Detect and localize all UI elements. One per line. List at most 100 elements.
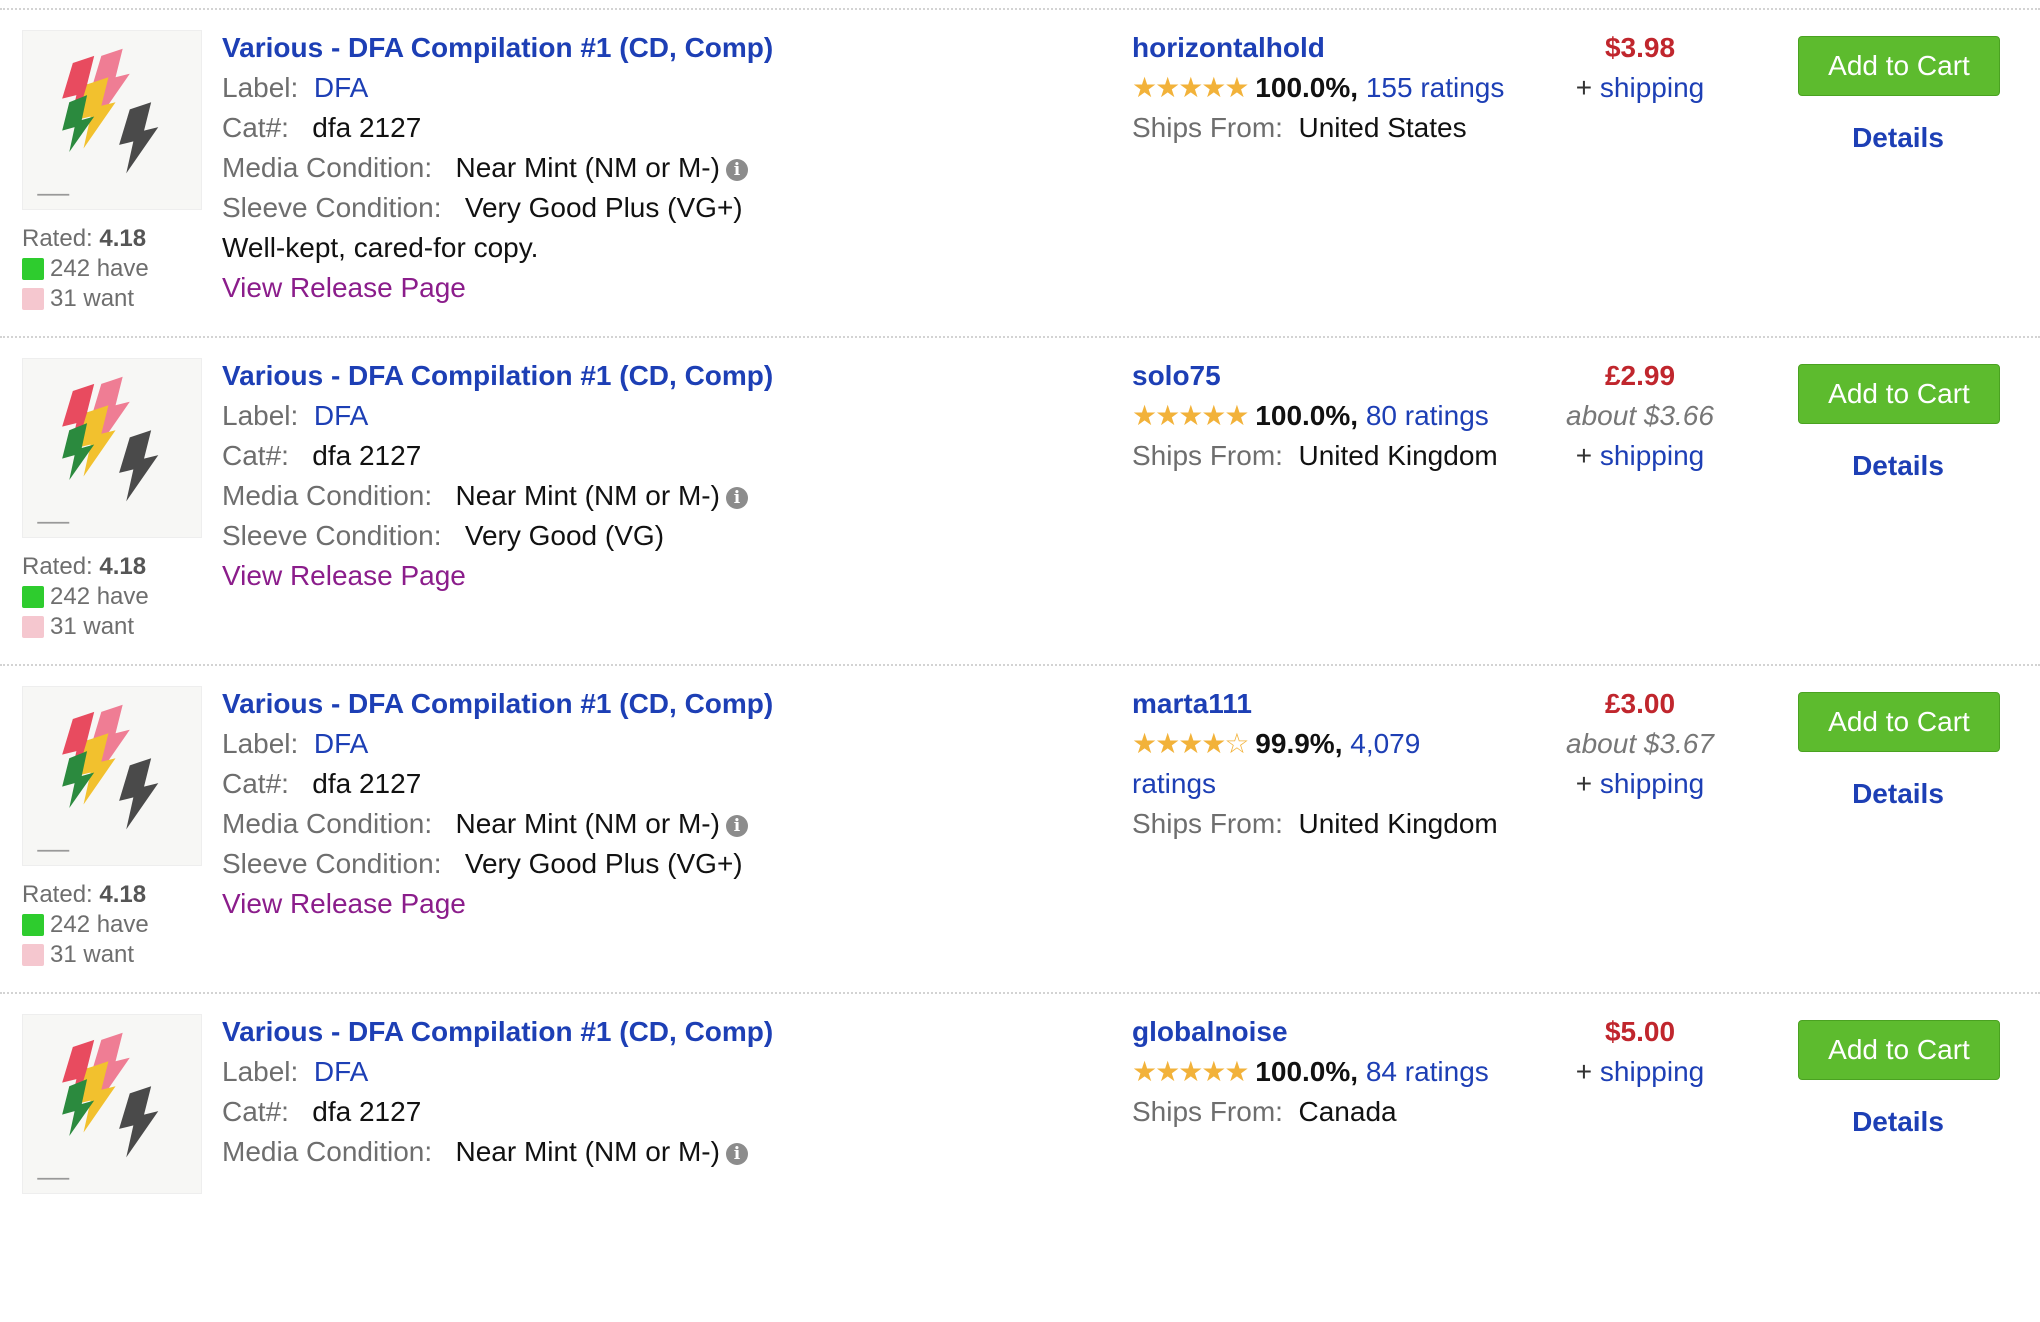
seller-name-link[interactable]: marta111 bbox=[1132, 684, 1512, 724]
release-title-link[interactable]: Various - DFA Compilation #1 (CD, Comp) bbox=[222, 684, 773, 724]
view-release-link[interactable]: View Release Page bbox=[222, 268, 773, 308]
have-line[interactable]: 242 have bbox=[22, 910, 149, 940]
shipping-prefix: + bbox=[1575, 768, 1600, 799]
label-link[interactable]: DFA bbox=[314, 728, 368, 759]
ships-from: United Kingdom bbox=[1298, 440, 1498, 471]
want-count: 31 want bbox=[50, 941, 135, 968]
add-to-cart-button[interactable]: Add to Cart bbox=[1798, 1020, 2000, 1080]
view-release-link[interactable]: View Release Page bbox=[222, 556, 773, 596]
sleeve-caption: Sleeve Condition: bbox=[222, 192, 442, 223]
cat-number: dfa 2127 bbox=[312, 1096, 422, 1127]
listing-row: Various - DFA Compilation #1 (CD, Comp) … bbox=[0, 992, 2040, 1322]
media-condition: Near Mint (NM or M-) bbox=[455, 1136, 720, 1167]
sleeve-caption: Sleeve Condition: bbox=[222, 520, 442, 551]
media-caption: Media Condition: bbox=[222, 152, 433, 183]
release-info: Various - DFA Compilation #1 (CD, Comp) … bbox=[222, 1012, 773, 1172]
album-thumbnail[interactable] bbox=[22, 358, 202, 538]
info-circle-icon[interactable]: i bbox=[725, 814, 748, 837]
shipping-link[interactable]: shipping bbox=[1600, 768, 1704, 799]
release-title-link[interactable]: Various - DFA Compilation #1 (CD, Comp) bbox=[222, 1012, 773, 1052]
add-to-cart-button[interactable]: Add to Cart bbox=[1798, 692, 2000, 752]
rated-caption: Rated: bbox=[22, 553, 93, 580]
price-approx: about $3.66 bbox=[1566, 400, 1714, 431]
want-line[interactable]: 31 want bbox=[22, 940, 149, 970]
want-line[interactable]: 31 want bbox=[22, 284, 149, 314]
shipping-link[interactable]: shipping bbox=[1600, 1056, 1704, 1087]
label-link[interactable]: DFA bbox=[314, 1056, 368, 1087]
cat-caption: Cat#: bbox=[222, 768, 289, 799]
details-link[interactable]: Details bbox=[1798, 1106, 1998, 1138]
have-swatch bbox=[22, 914, 44, 936]
view-release-link[interactable]: View Release Page bbox=[222, 884, 773, 924]
seller-info: marta111 ★★★★☆ 99.9%, 4,079 ratings Ship… bbox=[1132, 684, 1512, 844]
have-count: 242 have bbox=[50, 911, 149, 938]
label-link[interactable]: DFA bbox=[314, 72, 368, 103]
cat-number: dfa 2127 bbox=[312, 112, 422, 143]
label-caption: Label: bbox=[222, 72, 299, 103]
ratings-link[interactable]: 155 ratings bbox=[1366, 72, 1505, 103]
shipping-line: + shipping bbox=[1540, 1052, 1740, 1092]
seller-info: horizontalhold ★★★★★ 100.0%, 155 ratings… bbox=[1132, 28, 1512, 148]
media-condition: Near Mint (NM or M-) bbox=[455, 808, 720, 839]
cat-caption: Cat#: bbox=[222, 440, 289, 471]
shipping-link[interactable]: shipping bbox=[1600, 440, 1704, 471]
have-line[interactable]: 242 have bbox=[22, 254, 149, 284]
rated-line: Rated: 4.18 bbox=[22, 224, 149, 254]
cat-caption: Cat#: bbox=[222, 112, 289, 143]
seller-info: globalnoise ★★★★★ 100.0%, 84 ratings Shi… bbox=[1132, 1012, 1512, 1132]
details-link[interactable]: Details bbox=[1798, 778, 1998, 810]
price-amount: $5.00 bbox=[1604, 1016, 1676, 1047]
album-thumbnail[interactable] bbox=[22, 686, 202, 866]
shipping-line: + shipping bbox=[1540, 436, 1740, 476]
want-swatch bbox=[22, 288, 44, 310]
want-line[interactable]: 31 want bbox=[22, 612, 149, 642]
have-count: 242 have bbox=[50, 255, 149, 282]
media-caption: Media Condition: bbox=[222, 480, 433, 511]
rated-caption: Rated: bbox=[22, 881, 93, 908]
rated-line: Rated: 4.18 bbox=[22, 552, 149, 582]
add-to-cart-button[interactable]: Add to Cart bbox=[1798, 364, 2000, 424]
seller-name-link[interactable]: globalnoise bbox=[1132, 1012, 1512, 1052]
seller-name-link[interactable]: horizontalhold bbox=[1132, 28, 1512, 68]
seller-info: solo75 ★★★★★ 100.0%, 80 ratings Ships Fr… bbox=[1132, 356, 1512, 476]
want-swatch bbox=[22, 616, 44, 638]
shipping-prefix: + bbox=[1575, 440, 1600, 471]
have-line[interactable]: 242 have bbox=[22, 582, 149, 612]
seller-name-link[interactable]: solo75 bbox=[1132, 356, 1512, 396]
seller-comment: Well-kept, cared-for copy. bbox=[222, 232, 539, 263]
shipping-prefix: + bbox=[1575, 72, 1600, 103]
rating-value: 4.18 bbox=[99, 553, 147, 580]
rated-caption: Rated: bbox=[22, 225, 93, 252]
release-title-link[interactable]: Various - DFA Compilation #1 (CD, Comp) bbox=[222, 28, 773, 68]
add-to-cart-button[interactable]: Add to Cart bbox=[1798, 36, 2000, 96]
album-thumbnail[interactable] bbox=[22, 30, 202, 210]
ships-caption: Ships From: bbox=[1132, 808, 1283, 839]
album-art-image bbox=[37, 376, 159, 524]
ratings-link[interactable]: 80 ratings bbox=[1366, 400, 1489, 431]
community-stats: Rated: 4.18 242 have 31 want bbox=[22, 552, 149, 642]
info-circle-icon[interactable]: i bbox=[725, 486, 748, 509]
listing-row: Rated: 4.18 242 have 31 want Various - D… bbox=[0, 664, 2040, 994]
seller-percent: 100.0%, bbox=[1255, 1056, 1359, 1087]
label-caption: Label: bbox=[222, 1056, 299, 1087]
shipping-link[interactable]: shipping bbox=[1600, 72, 1704, 103]
ships-from: Canada bbox=[1298, 1096, 1397, 1127]
ratings-link[interactable]: 84 ratings bbox=[1366, 1056, 1489, 1087]
release-info: Various - DFA Compilation #1 (CD, Comp) … bbox=[222, 28, 773, 308]
label-link[interactable]: DFA bbox=[314, 400, 368, 431]
info-circle-icon[interactable]: i bbox=[725, 158, 748, 181]
album-thumbnail[interactable] bbox=[22, 1014, 202, 1194]
shipping-prefix: + bbox=[1575, 1056, 1600, 1087]
price-block: $5.00 + shipping bbox=[1540, 1012, 1740, 1092]
details-link[interactable]: Details bbox=[1798, 122, 1998, 154]
release-title-link[interactable]: Various - DFA Compilation #1 (CD, Comp) bbox=[222, 356, 773, 396]
seller-percent: 99.9%, bbox=[1255, 728, 1343, 759]
sleeve-condition: Very Good (VG) bbox=[464, 520, 665, 551]
album-art-image bbox=[37, 704, 159, 852]
media-condition: Near Mint (NM or M-) bbox=[455, 480, 720, 511]
details-link[interactable]: Details bbox=[1798, 450, 1998, 482]
album-art-image bbox=[37, 1032, 159, 1180]
star-rating-icon: ★★★★☆ bbox=[1132, 727, 1250, 760]
ships-caption: Ships From: bbox=[1132, 440, 1283, 471]
rating-value: 4.18 bbox=[99, 881, 147, 908]
